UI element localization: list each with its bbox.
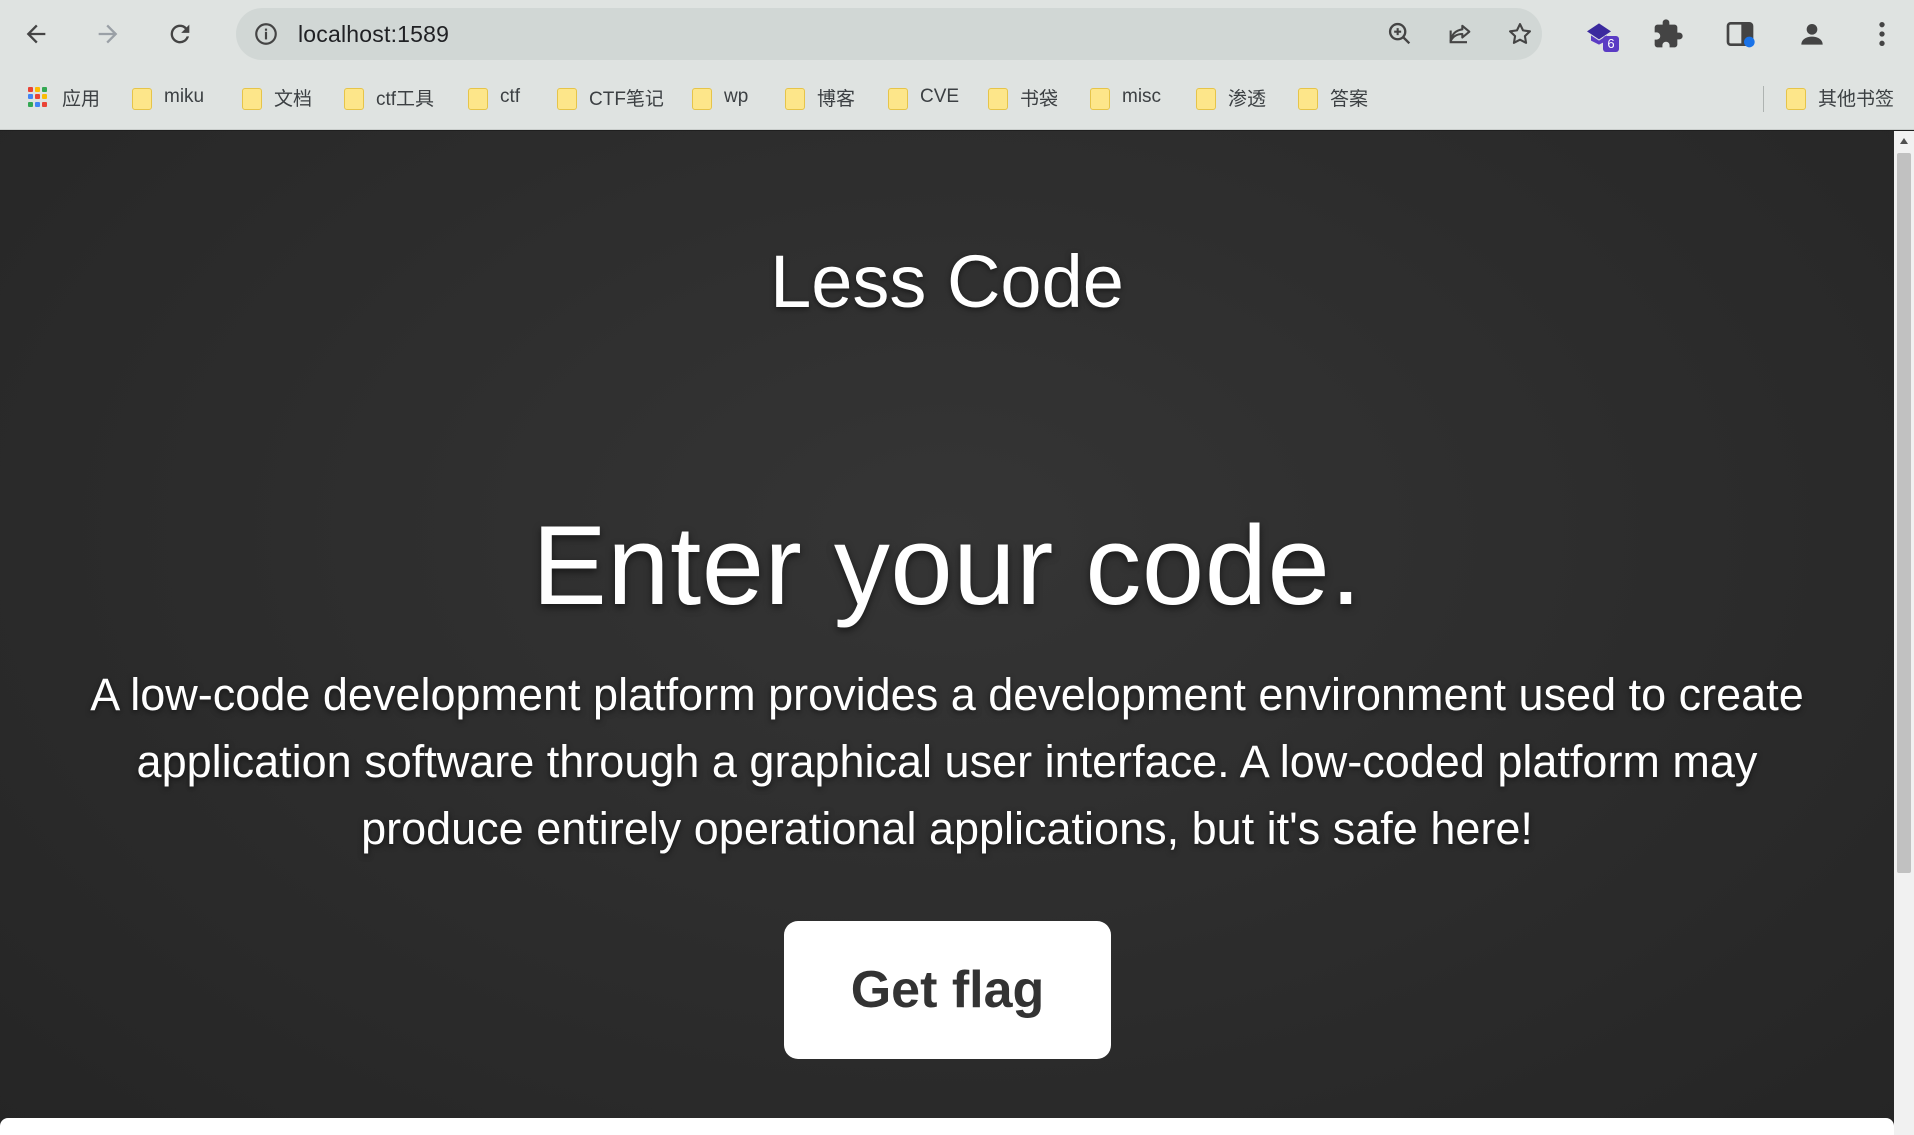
vertical-scrollbar[interactable] [1894,131,1914,1135]
side-panel-icon[interactable] [1718,12,1762,56]
folder-icon [242,86,262,110]
bookmarks-divider [1763,86,1764,112]
bookmark-item[interactable]: miku [132,78,204,116]
bookmark-item[interactable]: 文档 [242,78,312,116]
folder-icon [557,86,577,110]
folder-icon [132,86,152,110]
zoom-icon[interactable] [1384,18,1416,50]
bookmark-label: CVE [920,86,960,107]
bookmark-star-icon[interactable] [1504,18,1536,50]
bookmark-item[interactable]: CTF笔记 [557,78,664,116]
forward-button[interactable] [86,12,130,56]
bookmark-item[interactable]: ctf [468,78,520,116]
folder-icon [468,86,488,110]
reload-icon [170,24,190,44]
folder-icon [1090,86,1110,110]
bookmark-item[interactable]: 答案 [1298,78,1368,116]
extension-icon[interactable]: 6 [1577,12,1621,56]
bookmark-label: wp [724,86,749,107]
arrow-left-icon [26,24,46,44]
folder-icon [1196,86,1216,110]
bookmark-other[interactable]: 其他书签 [1786,78,1894,116]
bottom-panel-edge [0,1118,1894,1135]
bookmark-item[interactable]: 渗透 [1196,78,1266,116]
info-icon[interactable] [250,18,282,50]
url-text: localhost:1589 [298,21,450,47]
bookmark-label: CTF笔记 [589,88,664,110]
folder-icon [692,86,712,110]
folder-icon [1786,86,1806,110]
extension-badge: 6 [1603,36,1619,52]
page-description: A low-code development platform provides… [90,669,1804,854]
scroll-thumb[interactable] [1897,153,1911,873]
bookmark-apps[interactable]: 应用 [28,78,100,116]
bookmark-label: 其他书签 [1818,88,1895,110]
folder-icon [988,86,1008,110]
bookmark-label: ctf工具 [376,88,435,110]
browser-toolbar: localhost:1589 6 [0,0,1914,66]
apps-grid-icon [28,87,48,107]
bookmark-item[interactable]: ctf工具 [344,78,434,116]
bookmark-label: 答案 [1330,88,1369,110]
bookmark-label: 文档 [274,88,313,110]
folder-icon [785,86,805,110]
menu-icon[interactable] [1862,12,1902,56]
back-button[interactable] [14,12,58,56]
bookmark-label: misc [1122,86,1162,107]
folder-icon [344,86,364,110]
page-headline: Enter your code. [532,503,1362,628]
bookmark-item[interactable]: misc [1090,78,1161,116]
bookmark-label: 博客 [817,88,856,110]
page-viewport: Less Code Enter your code. A low-code de… [0,131,1894,1135]
scroll-up-icon[interactable] [1894,131,1914,151]
get-flag-button[interactable]: Get flag [784,921,1111,1059]
profile-icon[interactable] [1790,12,1834,56]
bookmark-label: 应用 [62,88,101,110]
site-title: Less Code [770,240,1124,323]
bookmark-item[interactable]: 博客 [785,78,855,116]
bookmarks-bar: 应用 miku 文档 ctf工具 ctf CTF笔记 wp 博客 CVE 书袋 … [0,66,1914,130]
bookmark-label: 渗透 [1228,88,1267,110]
bookmark-label: 书袋 [1020,88,1059,110]
share-icon[interactable] [1444,18,1476,50]
bookmark-label: miku [164,86,205,107]
reload-button[interactable] [158,12,202,56]
bookmark-label: ctf [500,86,521,107]
bookmark-item[interactable]: CVE [888,78,959,116]
bookmark-item[interactable]: wp [692,78,748,116]
folder-icon [888,86,908,110]
bookmark-item[interactable]: 书袋 [988,78,1058,116]
arrow-right-icon [98,24,118,44]
address-bar[interactable]: localhost:1589 [236,8,1542,60]
folder-icon [1298,86,1318,110]
puzzle-icon[interactable] [1646,12,1690,56]
